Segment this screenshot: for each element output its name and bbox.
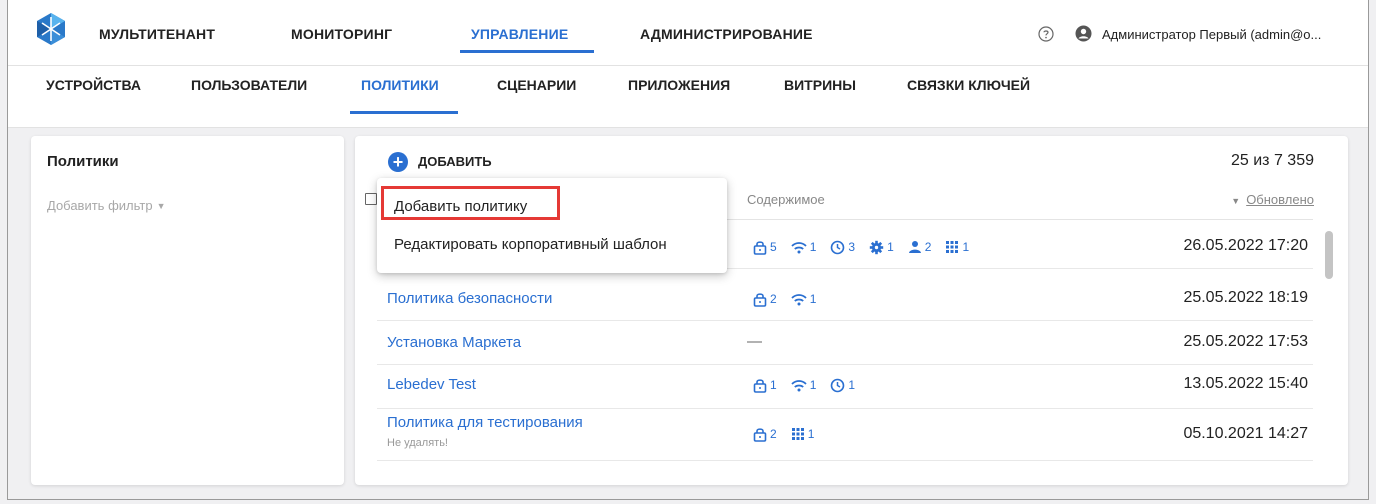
badge: 1 <box>830 378 855 393</box>
menu-item-add-policy[interactable]: Добавить политику <box>394 198 527 215</box>
help-circle-icon[interactable] <box>1038 26 1054 42</box>
add-filter-dropdown[interactable]: Добавить фильтр ▼ <box>47 198 165 213</box>
select-all-checkbox[interactable] <box>365 193 377 205</box>
policy-name-link[interactable]: Политика для тестирования <box>387 414 583 431</box>
badge-count: 1 <box>887 240 894 254</box>
column-header-content: Содержимое <box>747 192 825 207</box>
top-navbar: МУЛЬТИТЕНАНТ МОНИТОРИНГ УПРАВЛЕНИЕ АДМИН… <box>8 0 1368 66</box>
lock-icon <box>753 378 767 393</box>
menu-item-edit-corporate-template[interactable]: Редактировать корпоративный шаблон <box>394 236 667 253</box>
badge-count: 1 <box>809 378 817 392</box>
plus-circle-icon: + <box>388 152 408 172</box>
topnav-management[interactable]: УПРАВЛЕНИЕ <box>471 26 568 42</box>
badge: 1 <box>869 240 894 255</box>
content-badges: 2 1 <box>753 290 830 308</box>
panel-title: Политики <box>47 153 119 170</box>
tab-applications[interactable]: ПРИЛОЖЕНИЯ <box>628 77 730 93</box>
column-updated-label: Обновлено <box>1246 192 1314 207</box>
table-row[interactable]: Установка Маркета — 25.05.2022 17:53 <box>377 321 1313 365</box>
tab-policies[interactable]: ПОЛИТИКИ <box>361 77 439 93</box>
caret-down-icon: ▼ <box>156 201 166 211</box>
badge: 1 <box>791 427 815 441</box>
updated-date: 05.10.2021 14:27 <box>1183 425 1308 442</box>
updated-date: 25.05.2022 18:19 <box>1183 289 1308 306</box>
updated-date: 26.05.2022 17:20 <box>1183 237 1308 254</box>
tab-scenarios[interactable]: СЦЕНАРИИ <box>497 77 576 93</box>
badge-count: 5 <box>770 240 777 254</box>
badge: 1 <box>753 378 777 393</box>
tab-users[interactable]: ПОЛЬЗОВАТЕЛИ <box>191 77 307 93</box>
topnav-administration[interactable]: АДМИНИСТРИРОВАНИЕ <box>640 26 813 42</box>
apps-grid-icon <box>791 428 804 440</box>
badge-count: 1 <box>809 292 817 306</box>
lock-icon <box>753 240 767 255</box>
updated-date: 13.05.2022 15:40 <box>1183 375 1308 392</box>
badge: 2 <box>753 427 777 442</box>
badge-count: 1 <box>807 427 815 441</box>
add-menu-dropdown: Добавить политику Редактировать корпорат… <box>377 178 727 273</box>
wifi-icon <box>791 241 807 253</box>
apps-grid-icon <box>946 241 959 253</box>
policy-name-link[interactable]: Установка Маркета <box>387 334 521 351</box>
sub-navbar: УСТРОЙСТВА ПОЛЬЗОВАТЕЛИ ПОЛИТИКИ СЦЕНАРИ… <box>8 66 1368 128</box>
subnav-active-indicator <box>350 111 458 114</box>
topnav-active-indicator <box>460 50 594 53</box>
tab-devices[interactable]: УСТРОЙСТВА <box>46 77 141 93</box>
filter-panel: Политики Добавить фильтр ▼ <box>31 136 344 485</box>
badge-count: 3 <box>848 240 856 254</box>
badge-count: 2 <box>770 427 777 441</box>
tab-showcases[interactable]: ВИТРИНЫ <box>784 77 856 93</box>
content-badges: 5 1 3 1 2 1 <box>753 238 983 256</box>
empty-content-dash: — <box>747 333 762 350</box>
person-icon <box>908 241 921 253</box>
badge: 1 <box>791 378 817 392</box>
updated-date: 25.05.2022 17:53 <box>1183 333 1308 350</box>
column-header-updated[interactable]: ▼ Обновлено <box>1231 192 1314 207</box>
account-circle-icon[interactable] <box>1075 25 1092 42</box>
badge: 1 <box>791 292 817 306</box>
clock-icon <box>831 240 845 254</box>
wifi-icon <box>791 379 807 391</box>
content-badges: 1 1 1 <box>753 376 869 394</box>
lock-icon <box>753 292 767 307</box>
policy-name-link[interactable]: Политика безопасности <box>387 290 552 307</box>
badge-count: 1 <box>770 378 777 392</box>
content-badges: 2 1 <box>753 425 828 443</box>
gear-icon <box>869 240 884 254</box>
add-filter-label: Добавить фильтр <box>47 198 153 213</box>
table-row[interactable]: Политика безопасности 2 1 25.05.2022 18:… <box>377 277 1313 321</box>
badge-count: 1 <box>962 240 970 254</box>
clock-icon <box>831 378 845 392</box>
policy-name-link[interactable]: Lebedev Test <box>387 376 476 393</box>
badge: 1 <box>791 240 817 254</box>
sort-desc-icon: ▼ <box>1231 196 1241 206</box>
badge: 2 <box>753 292 777 307</box>
user-name[interactable]: Администратор Первый (admin@o... <box>1102 27 1321 42</box>
badge: 5 <box>753 240 777 255</box>
badge: 2 <box>908 240 932 254</box>
badge-count: 1 <box>809 240 817 254</box>
topnav-multitenant[interactable]: МУЛЬТИТЕНАНТ <box>99 26 215 42</box>
policy-description: Не удалять! <box>387 437 448 449</box>
topnav-monitoring[interactable]: МОНИТОРИНГ <box>291 26 392 42</box>
lock-icon <box>753 427 767 442</box>
results-count: 25 из 7 359 <box>1231 152 1314 169</box>
badge-count: 2 <box>924 240 932 254</box>
badge: 3 <box>830 240 855 255</box>
table-row[interactable]: Политика для тестирования Не удалять! 2 … <box>377 409 1313 461</box>
badge-count: 2 <box>770 292 777 306</box>
app-logo-icon[interactable] <box>34 12 68 46</box>
add-button-label: ДОБАВИТЬ <box>418 154 492 169</box>
badge: 1 <box>945 240 969 254</box>
badge-count: 1 <box>848 378 856 392</box>
wifi-icon <box>791 293 807 305</box>
scrollbar-thumb[interactable] <box>1325 231 1333 279</box>
tab-keychains[interactable]: СВЯЗКИ КЛЮЧЕЙ <box>907 77 1030 93</box>
table-row[interactable]: Lebedev Test 1 1 1 13.05.2022 15:40 <box>377 365 1313 409</box>
